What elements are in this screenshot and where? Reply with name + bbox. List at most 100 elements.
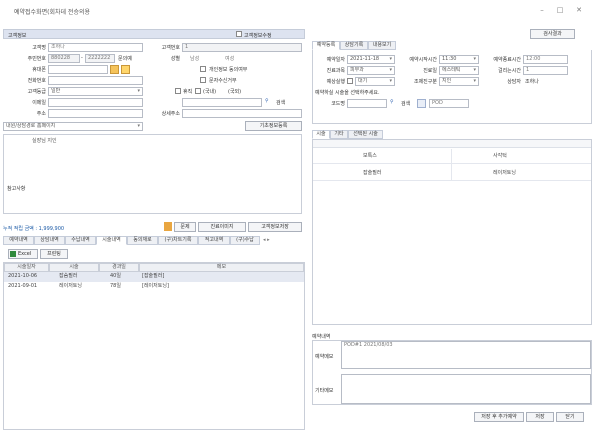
- picture-icon[interactable]: [164, 222, 172, 231]
- sms-label: 문자수신거부: [209, 78, 237, 84]
- other-memo-label: 기타메모: [315, 388, 334, 394]
- email-field[interactable]: [48, 98, 143, 107]
- grid-divider: [451, 149, 452, 181]
- code-field[interactable]: [347, 99, 387, 108]
- address-label: 주소: [36, 111, 46, 117]
- treatment-cell[interactable]: 잡술필러: [363, 169, 443, 178]
- home-phone-field[interactable]: [48, 76, 143, 85]
- tab-reservation-history[interactable]: 예약내역: [3, 236, 34, 245]
- duration-field[interactable]: 1: [523, 66, 568, 75]
- email-label: 이메일: [32, 100, 46, 106]
- tab-consult-record[interactable]: 상담기록: [340, 41, 368, 50]
- grade-label: 고객등급: [27, 89, 46, 95]
- gender-female-option[interactable]: 여성: [225, 55, 234, 62]
- tab-scroll-icon[interactable]: ◂ ▸: [263, 237, 270, 243]
- tab-treatment[interactable]: 시술: [312, 130, 330, 139]
- maximize-icon[interactable]: □: [553, 5, 567, 15]
- domestic-label: (국내): [203, 89, 217, 95]
- detail-address-field[interactable]: [182, 109, 302, 118]
- tab-reservation[interactable]: 예약등록: [312, 41, 340, 50]
- reserve-select[interactable]: 대기: [355, 77, 395, 86]
- reservation-memo-field[interactable]: POD#1 2021/08/03: [341, 341, 591, 369]
- code-label: 코드명: [331, 101, 345, 107]
- domestic-checkbox[interactable]: [195, 88, 201, 94]
- tab-content-view[interactable]: 내용보기: [368, 41, 396, 50]
- tab-treatment-history[interactable]: 시술내역: [96, 236, 127, 245]
- history-button[interactable]: 기초정보등록: [245, 121, 302, 131]
- table-row[interactable]: 2021-10-06 잡숨필러 40일 [잡술필러]: [4, 272, 304, 282]
- row-treatment: 잡숨필러: [59, 273, 78, 279]
- grade-select[interactable]: 일반: [48, 87, 143, 96]
- id-front-field[interactable]: 880228: [48, 54, 80, 63]
- name-label: 고객명: [32, 45, 46, 51]
- tab-payment-history[interactable]: 수납내역: [65, 236, 96, 245]
- foreign-checkbox[interactable]: [175, 88, 181, 94]
- code-search-icon[interactable]: ⚲: [390, 99, 399, 108]
- end-time-field[interactable]: 12:00: [523, 55, 568, 64]
- gender-male-option[interactable]: 남성: [190, 55, 199, 62]
- treatment-cell[interactable]: 레이저토닝: [493, 169, 573, 178]
- tab-other[interactable]: 기타: [330, 130, 348, 139]
- close-button[interactable]: 닫기: [556, 412, 584, 422]
- tab-consult-history[interactable]: 상담내역: [34, 236, 65, 245]
- minimize-icon[interactable]: –: [535, 5, 549, 15]
- phone-icon[interactable]: [110, 65, 119, 74]
- code-search-label[interactable]: 검색: [401, 100, 410, 107]
- date-select[interactable]: 2021-11-18: [347, 55, 395, 64]
- image-button[interactable]: 진료이미지: [198, 222, 246, 232]
- dept-select[interactable]: 피부과: [347, 66, 395, 75]
- close-icon[interactable]: ✕: [572, 5, 586, 15]
- zip-field[interactable]: [182, 98, 262, 107]
- reservation-memo-panel: 예약메모 POD#1 2021/08/03 기타메모: [312, 340, 592, 405]
- print-button[interactable]: 프린팅: [40, 249, 68, 259]
- id-back-field[interactable]: 2222222: [85, 54, 115, 63]
- save-button[interactable]: 저장: [526, 412, 554, 422]
- grid-header-days: 경과일: [99, 263, 139, 272]
- tab-consent[interactable]: 동의재로: [127, 236, 158, 245]
- row-memo: [잡술필러]: [142, 273, 165, 279]
- mobile-label: 휴대폰: [32, 67, 46, 73]
- sms-checkbox[interactable]: [200, 77, 206, 83]
- reserve-label: 예상실행: [326, 79, 345, 85]
- history-tabs: 예약내역 상담내역 수납내역 시술내역 동의재로 (구)차트기록 적고내역 (구…: [3, 236, 302, 247]
- customer-no-field[interactable]: 1: [182, 43, 302, 52]
- save-customer-button[interactable]: 고객정보저장: [248, 222, 302, 232]
- other-memo-field[interactable]: [341, 374, 591, 404]
- tab-selected-treatment[interactable]: 선택된 시술: [348, 130, 383, 139]
- mobile-field[interactable]: [48, 65, 108, 74]
- customer-edit-checkbox[interactable]: [236, 31, 242, 37]
- address-search-label[interactable]: 검색: [276, 99, 285, 106]
- detail-address-label: 상세주소: [161, 111, 180, 117]
- treatment-cell[interactable]: 보톡스: [363, 152, 443, 161]
- table-row[interactable]: 보톡스 사각턱: [313, 149, 591, 164]
- tab-notes[interactable]: 적고내역: [198, 236, 230, 245]
- name-field[interactable]: 조하나: [48, 43, 143, 52]
- row-days: 78일: [110, 283, 121, 289]
- table-row[interactable]: 2021-09-01 레이저토닝 78일 [레이저토닝]: [4, 282, 304, 292]
- route-select[interactable]: 내원/상담경로 홈페이지: [3, 122, 143, 131]
- question-button[interactable]: 문제: [174, 222, 196, 232]
- grid-header-memo: 메모: [139, 263, 304, 272]
- address-field[interactable]: [48, 109, 143, 118]
- treatment-grid-header: [313, 140, 591, 148]
- table-row[interactable]: 잡술필러 레이저토닝: [313, 166, 591, 181]
- memo-textarea[interactable]: 실장님 지인: [32, 137, 297, 211]
- memo-label: 참고사항: [7, 186, 26, 192]
- privacy-checkbox[interactable]: [200, 66, 206, 72]
- reserve-checkbox[interactable]: [347, 78, 353, 84]
- row-date: 2021-09-01: [8, 283, 38, 289]
- save-and-add-button[interactable]: 저장 후 추가예약: [474, 412, 524, 422]
- code-result-field[interactable]: POD: [429, 99, 469, 108]
- abroad-label: (국외): [228, 89, 242, 95]
- list-icon[interactable]: [417, 99, 426, 108]
- memo-icon[interactable]: [121, 65, 130, 74]
- exam-result-button[interactable]: 검사결과: [530, 29, 575, 39]
- row-date: 2021-10-06: [8, 273, 38, 279]
- tab-old-chart[interactable]: (구)차트기록: [158, 236, 198, 245]
- search-icon[interactable]: ⚲: [265, 98, 274, 107]
- start-time-select[interactable]: 11:30: [439, 55, 479, 64]
- counselor-select[interactable]: 지인: [439, 77, 479, 86]
- treatment-cell[interactable]: 사각턱: [493, 152, 573, 161]
- doctor-select[interactable]: 에스테틱: [439, 66, 479, 75]
- tab-old-payment[interactable]: (구)수납: [230, 236, 260, 245]
